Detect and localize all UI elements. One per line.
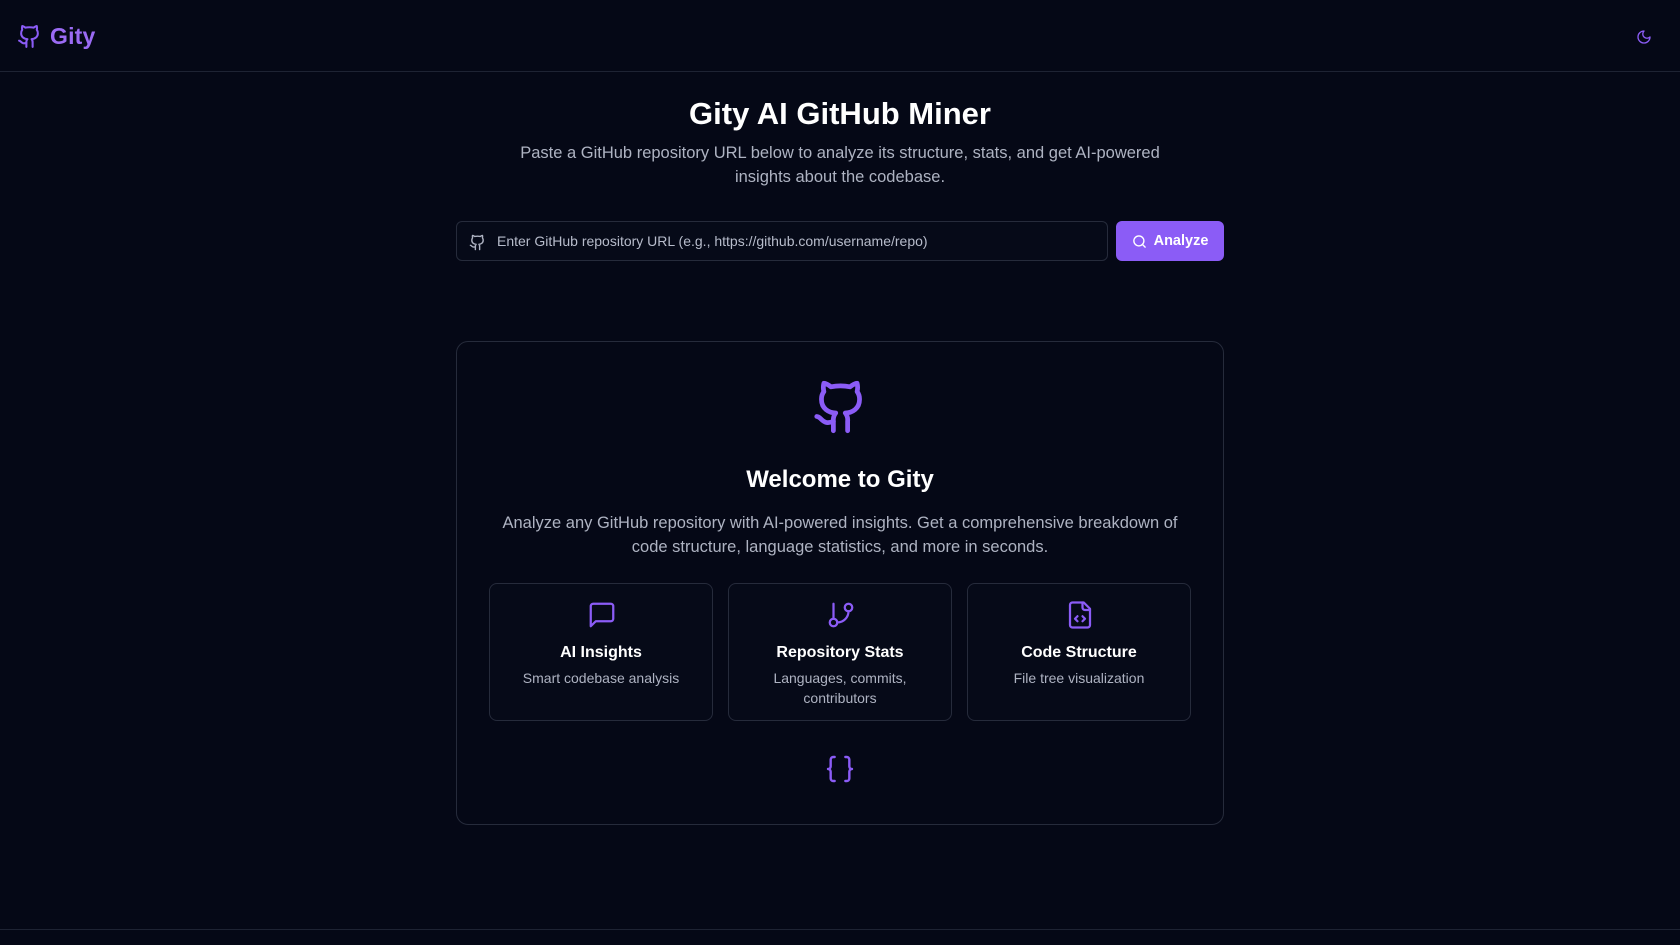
feature-description: Smart codebase analysis (522, 670, 680, 686)
analyze-button-label: Analyze (1153, 233, 1209, 249)
analyze-button[interactable]: Analyze (1116, 221, 1224, 261)
message-square-icon (589, 602, 615, 628)
github-icon (18, 24, 39, 48)
feature-card-repository-stats: Repository Stats Languages, commits, con… (728, 583, 952, 721)
footer-divider (0, 929, 1680, 930)
moon-icon (1637, 30, 1651, 44)
feature-card-ai-insights: AI Insights Smart codebase analysis (489, 583, 713, 721)
repo-url-input[interactable] (497, 222, 1097, 260)
feature-description: Languages, commits, contributors (773, 670, 907, 706)
brand-logo[interactable]: Gity (17, 21, 96, 51)
feature-card-code-structure: Code Structure File tree visualization (967, 583, 1191, 721)
search-icon (1132, 234, 1146, 248)
page-subtitle: Paste a GitHub repository URL below to a… (520, 144, 1160, 186)
welcome-card: Welcome to Gity Analyze any GitHub repos… (456, 341, 1224, 825)
github-icon (814, 380, 862, 434)
braces-icon (826, 755, 854, 783)
github-icon (469, 234, 484, 251)
feature-title: AI Insights (560, 644, 642, 661)
file-code-icon (1068, 601, 1092, 629)
top-navbar: Gity (0, 0, 1680, 72)
theme-toggle-button[interactable] (1632, 25, 1656, 49)
feature-title: Code Structure (1021, 644, 1137, 661)
welcome-description: Analyze any GitHub repository with AI-po… (502, 514, 1178, 556)
feature-title: Repository Stats (776, 644, 904, 661)
brand-name: Gity (50, 22, 96, 49)
repo-url-field[interactable] (456, 221, 1108, 261)
welcome-title: Welcome to Gity (746, 466, 934, 493)
page-title: Gity AI GitHub Miner (689, 96, 991, 131)
feature-description: File tree visualization (1013, 670, 1145, 686)
git-branch-icon (828, 602, 854, 628)
